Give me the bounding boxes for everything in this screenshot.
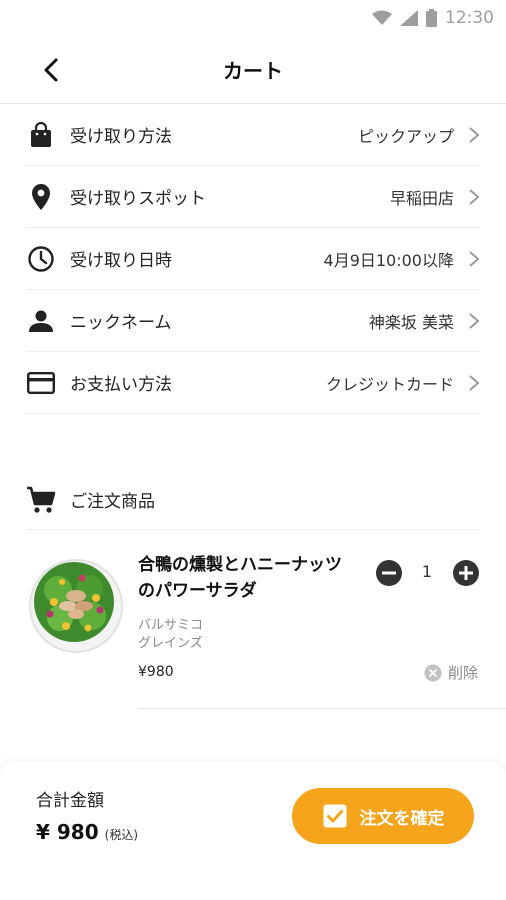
order-items-header: ご注文商品 [26,470,480,530]
row-label: ニックネーム [70,313,172,333]
row-value: 早稲田店 [389,188,454,208]
location-pin-icon [26,182,56,212]
delete-button[interactable]: 削除 [424,662,478,683]
row-value: 4月9日10:00以降 [323,250,454,270]
chevron-right-icon [469,312,480,329]
battery-icon [426,9,437,27]
section-title: ご注文商品 [70,492,155,512]
confirm-order-button[interactable]: 注文を確定 [292,788,474,844]
status-bar: 12:30 [0,0,506,36]
chevron-right-icon [469,126,480,143]
quantity-value: 1 [421,562,433,581]
row-value: ピックアップ [357,126,454,146]
row-value: クレジットカード [325,374,454,394]
status-time: 12:30 [445,8,494,28]
plus-circle-icon[interactable] [452,559,480,587]
delete-label: 削除 [448,664,479,682]
wifi-icon [372,10,392,25]
total-amount: ¥ 980 (税込) [36,820,138,844]
page-title: カート [223,59,283,83]
chevron-right-icon [469,250,480,267]
app-bar: カート [0,36,506,104]
salad-image[interactable] [26,554,126,654]
credit-card-icon [26,368,56,398]
checkbox-checked-icon [323,804,346,828]
row-value: 神楽坂 美菜 [368,312,454,332]
back-arrow-icon[interactable] [38,56,66,84]
item-name: 合鴨の燻製とハニーナッツのパワーサラダ [138,555,342,601]
settings-row-nickname[interactable]: ニックネーム 神楽坂 美菜 [26,290,480,352]
minus-circle-icon[interactable] [375,559,403,587]
settings-row-pickup-method[interactable]: 受け取り方法 ピックアップ [26,104,480,166]
item-price: ¥980 [138,664,174,680]
chevron-right-icon [469,188,480,205]
item-option: グレインズ [138,636,203,651]
order-settings-list: 受け取り方法 ピックアップ 受け取りスポット 早稲田店 受け取り日時 4月9日1… [0,104,506,414]
total-label: 合計金額 [36,791,104,811]
total-amount-value: ¥ 980 [36,820,99,844]
signal-icon [400,10,418,26]
cart-item: 合鴨の燻製とハニーナッツのパワーサラダ 1 バルサミコ グレインズ ¥980 削… [0,530,506,709]
settings-row-payment-method[interactable]: お支払い方法 クレジットカード [26,352,480,414]
settings-row-pickup-datetime[interactable]: 受け取り日時 4月9日10:00以降 [26,228,480,290]
chevron-right-icon [469,374,480,391]
clear-circle-icon [424,664,442,681]
divider [138,708,506,709]
clock-icon [26,244,56,274]
cart-icon [26,485,56,515]
row-label: 受け取り方法 [70,127,172,147]
row-label: お支払い方法 [70,375,172,395]
row-label: 受け取りスポット [70,189,206,209]
confirm-label: 注文を確定 [359,808,445,829]
settings-row-pickup-spot[interactable]: 受け取りスポット 早稲田店 [26,166,480,228]
item-option: バルサミコ [138,618,204,633]
shopping-bag-icon [26,120,56,150]
person-icon [26,306,56,336]
checkout-footer: 合計金額 ¥ 980 (税込) 注文を確定 [0,762,506,900]
tax-note: (税込) [104,828,139,842]
row-label: 受け取り日時 [70,251,172,271]
